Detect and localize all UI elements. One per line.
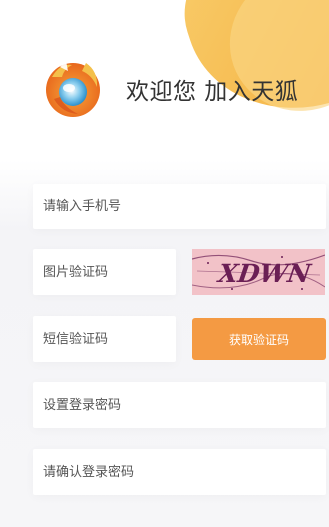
confirm-password-field-container (33, 449, 326, 495)
captcha-text: XDWN (215, 258, 314, 288)
phone-input[interactable] (33, 184, 326, 229)
register-page: 欢迎您 加入天狐 XDWN 获取验证码 (0, 0, 329, 527)
captcha-image[interactable]: XDWN (192, 249, 325, 295)
image-code-input[interactable] (33, 249, 176, 295)
confirm-password-input[interactable] (33, 449, 326, 495)
get-sms-code-button[interactable]: 获取验证码 (192, 318, 326, 360)
tianhu-fox-logo-icon (42, 57, 104, 119)
phone-field-container (33, 184, 326, 229)
welcome-title: 欢迎您 加入天狐 (126, 79, 299, 105)
password-input[interactable] (33, 382, 326, 428)
password-field-container (33, 382, 326, 428)
sms-code-input[interactable] (33, 316, 176, 362)
sms-code-field-container (33, 316, 176, 362)
image-code-field-container (33, 249, 176, 295)
